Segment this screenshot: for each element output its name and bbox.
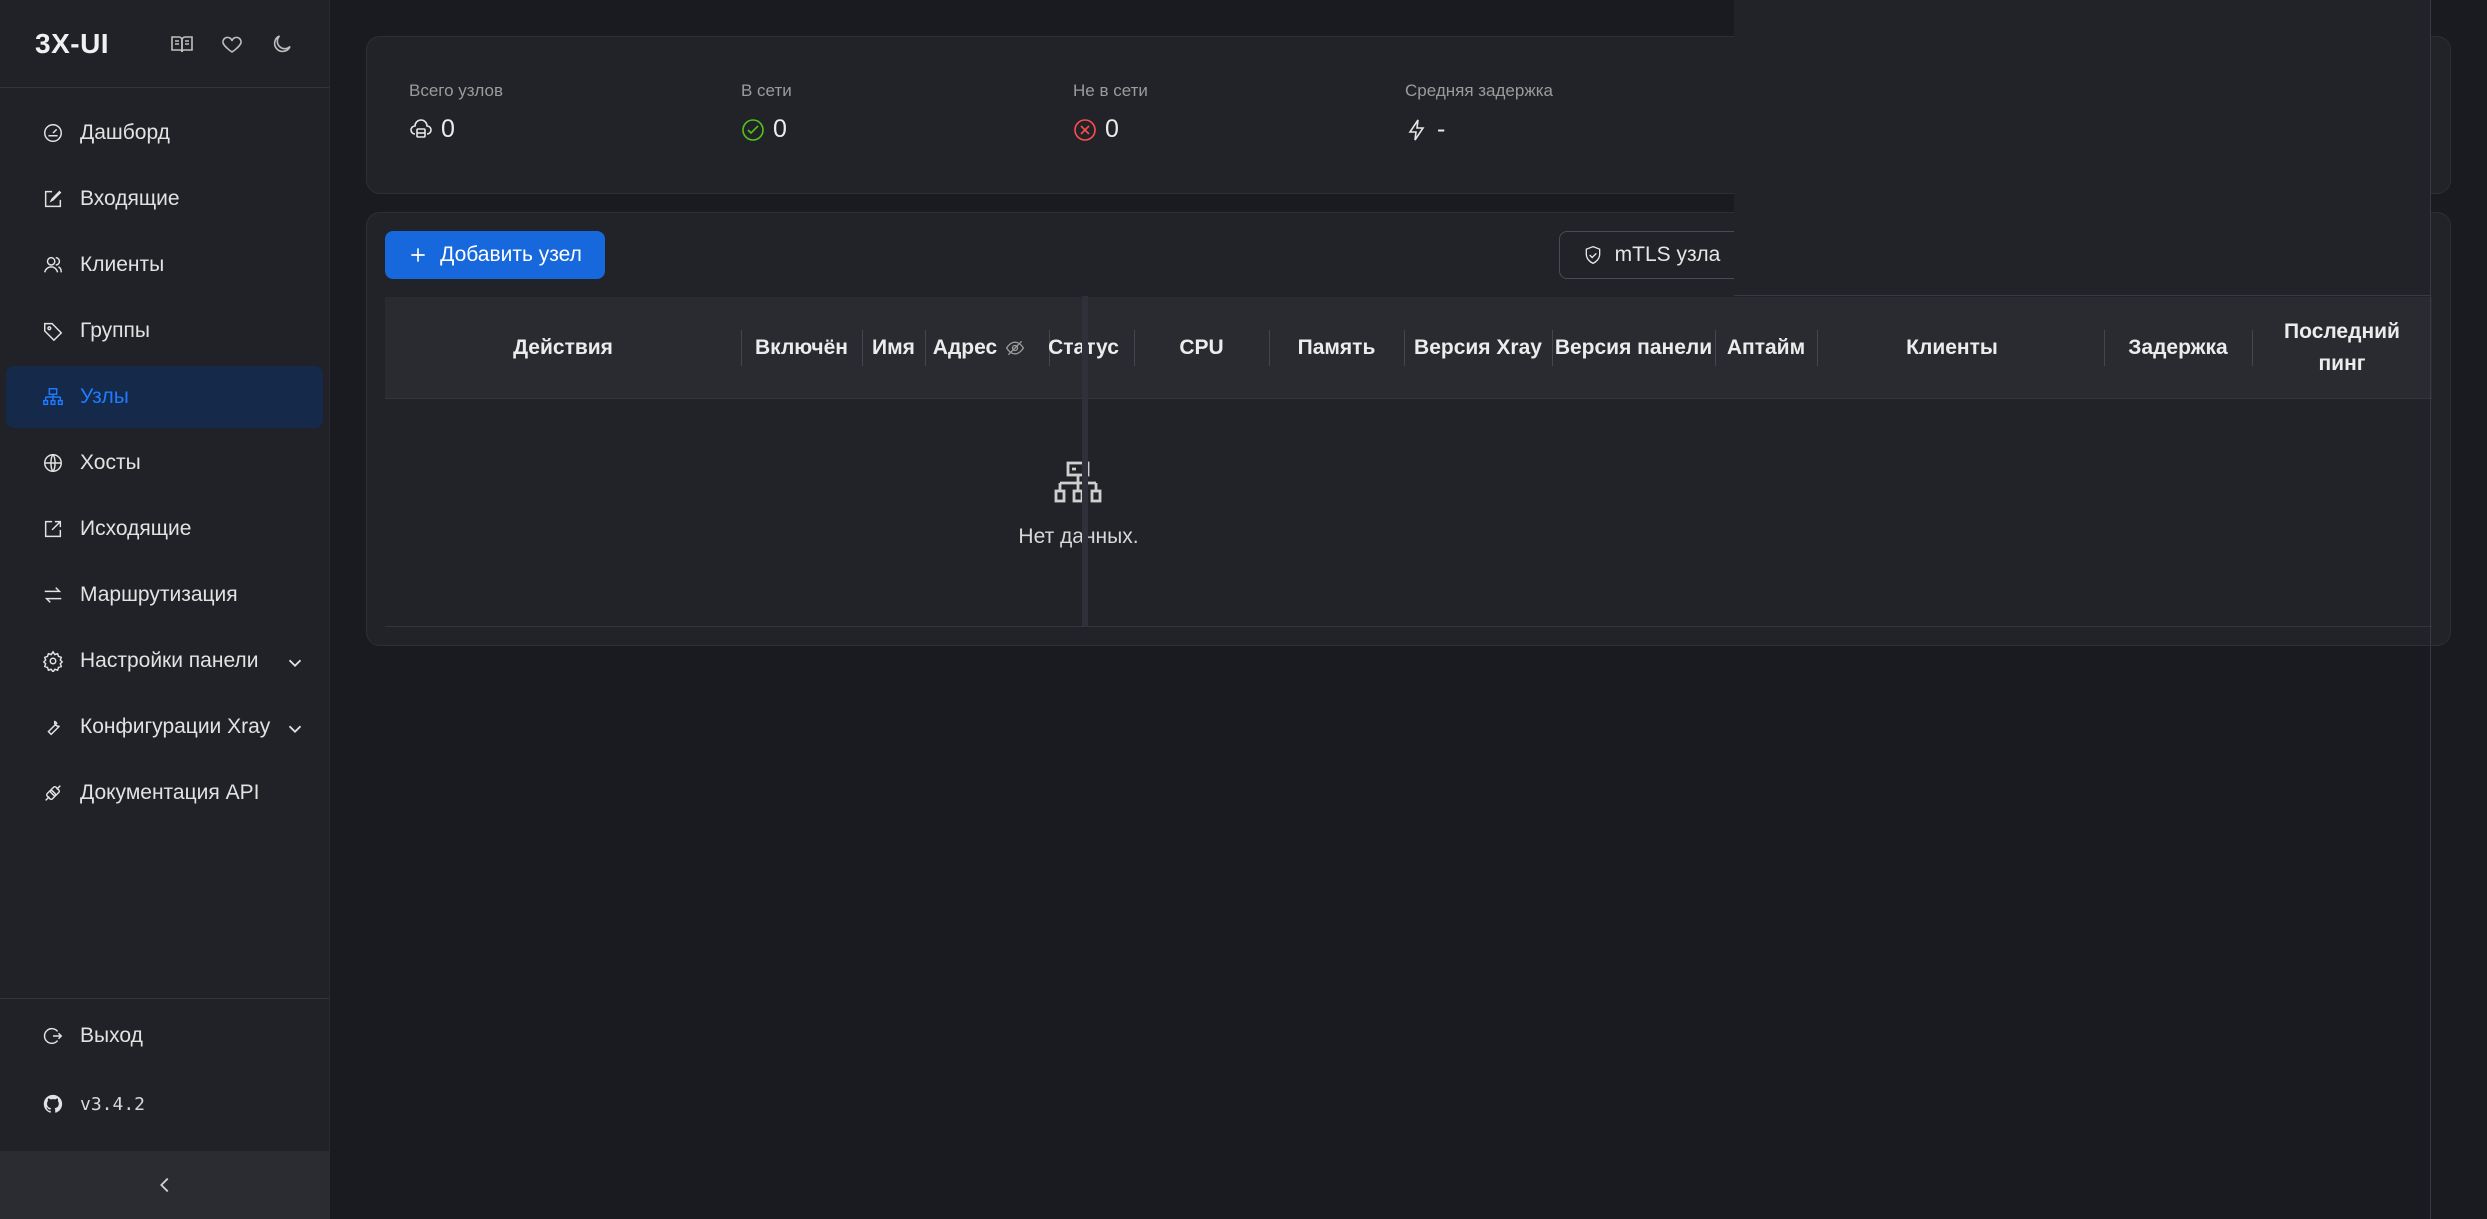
- export-icon: [44, 520, 62, 538]
- col-address[interactable]: Адрес: [925, 297, 1033, 399]
- plus-icon: [411, 248, 425, 262]
- empty-text: Нет данных.: [1018, 525, 1139, 548]
- stat-offline: Не в сети 0: [1073, 81, 1148, 144]
- stat-value: 0: [773, 115, 787, 143]
- col-cpu[interactable]: CPU: [1134, 297, 1269, 399]
- sidebar: 3X-UI Дашборд Входящие Клиенты Группы Уз…: [0, 0, 330, 1219]
- table-header: Действия Включён Имя Адрес Статус CPU Па…: [385, 297, 2432, 399]
- col-memory[interactable]: Память: [1269, 297, 1404, 399]
- mtls-label: mTLS узла: [1614, 243, 1721, 266]
- cluster-icon: [1054, 461, 1102, 503]
- stat-online: В сети 0: [741, 81, 792, 144]
- dashboard-icon: [44, 124, 62, 142]
- sidebar-item-clients[interactable]: Клиенты: [6, 234, 323, 296]
- sidebar-item-outbounds[interactable]: Исходящие: [6, 498, 323, 560]
- thunderbolt-icon: [1408, 119, 1425, 140]
- stat-label: Средняя задержка: [1405, 81, 1553, 100]
- close-circle-icon: [1074, 118, 1096, 141]
- stat-avg-latency: Средняя задержка -: [1405, 81, 1553, 144]
- sidebar-item-label: Дашборд: [80, 121, 170, 144]
- stat-label: Всего узлов: [409, 81, 503, 100]
- sidebar-item-groups[interactable]: Группы: [6, 300, 323, 362]
- overlay-panel: [1734, 0, 2431, 296]
- sidebar-item-dashboard[interactable]: Дашборд: [6, 102, 323, 164]
- sidebar-item-nodes[interactable]: Узлы: [6, 366, 323, 428]
- col-xray-version[interactable]: Версия Xray: [1404, 297, 1552, 399]
- sidebar-header: 3X-UI: [0, 0, 329, 88]
- sidebar-item-label: Маршрутизация: [80, 583, 238, 606]
- cluster-icon: [43, 388, 63, 406]
- book-icon[interactable]: [170, 32, 194, 56]
- logout-icon: [43, 1027, 63, 1045]
- check-circle-icon: [742, 118, 764, 141]
- add-node-button[interactable]: Добавить узел: [385, 231, 605, 279]
- col-actions[interactable]: Действия: [385, 297, 741, 399]
- eye-invisible-icon[interactable]: [1005, 338, 1025, 358]
- col-address-label: Адрес: [932, 336, 998, 359]
- cloud-server-icon: [410, 118, 432, 138]
- sidebar-item-label: Группы: [80, 319, 150, 342]
- sidebar-item-label: Клиенты: [80, 253, 165, 276]
- col-clients[interactable]: Клиенты: [1817, 297, 2087, 399]
- swap-icon: [44, 587, 62, 603]
- tool-icon: [47, 720, 60, 736]
- chevron-down-icon: [288, 725, 302, 734]
- app-logo: 3X-UI: [35, 27, 110, 59]
- gear-icon: [42, 650, 64, 672]
- moon-icon[interactable]: [270, 32, 294, 56]
- fixed-column-shadow: [1082, 296, 1088, 626]
- version-link[interactable]: v3.4.2: [6, 1073, 323, 1135]
- col-uptime[interactable]: Аптайм: [1715, 297, 1817, 399]
- sidebar-item-label: Хосты: [80, 451, 141, 474]
- sidebar-item-label: Исходящие: [80, 517, 192, 540]
- stat-value: 0: [441, 115, 455, 143]
- sidebar-item-label: Входящие: [80, 187, 180, 210]
- stat-label: Не в сети: [1073, 81, 1148, 100]
- sidebar-item-label: Конфигурации Xray: [80, 715, 271, 738]
- sidebar-item-label: Документация API: [80, 781, 260, 804]
- sidebar-item-inbounds[interactable]: Входящие: [6, 168, 323, 230]
- stat-label: В сети: [741, 81, 792, 100]
- add-node-label: Добавить узел: [440, 243, 582, 266]
- stat-total-nodes: Всего узлов 0: [409, 81, 503, 144]
- sidebar-item-hosts[interactable]: Хосты: [6, 432, 323, 494]
- col-latency[interactable]: Задержка: [2104, 297, 2252, 399]
- overlay-divider: [2430, 296, 2431, 1219]
- shield-icon: [1585, 245, 1600, 265]
- table-empty-state: Нет данных.: [385, 399, 2432, 627]
- col-last-ping[interactable]: Последний пинг: [2252, 297, 2432, 399]
- mtls-button[interactable]: mTLS узла: [1559, 231, 1744, 279]
- col-name[interactable]: Имя: [862, 297, 925, 399]
- col-enabled[interactable]: Включён: [741, 297, 862, 399]
- col-panel-version[interactable]: Версия панели: [1552, 297, 1715, 399]
- api-icon: [45, 785, 61, 801]
- chevron-down-icon: [288, 659, 302, 668]
- sidebar-item-routing[interactable]: Маршрутизация: [6, 564, 323, 626]
- stat-value: 0: [1105, 115, 1119, 143]
- github-icon: [43, 1094, 63, 1113]
- tag-icon: [44, 322, 63, 342]
- version-label: v3.4.2: [80, 1093, 146, 1115]
- logout-label: Выход: [80, 1024, 143, 1047]
- sidebar-item-label: Узлы: [80, 385, 129, 408]
- sidebar-item-panel-settings[interactable]: Настройки панели: [6, 630, 323, 692]
- sidebar-item-xray-configs[interactable]: Конфигурации Xray: [6, 696, 323, 758]
- edit-icon: [44, 190, 62, 208]
- heart-icon[interactable]: [220, 32, 244, 56]
- sidebar-collapse-button[interactable]: [0, 1151, 330, 1219]
- chevron-left-icon: [160, 1177, 169, 1193]
- logout-button[interactable]: Выход: [6, 1005, 323, 1067]
- stat-value: -: [1437, 115, 1446, 143]
- sidebar-footer: Выход v3.4.2: [0, 998, 329, 1141]
- sidebar-item-api-docs[interactable]: Документация API: [6, 762, 323, 824]
- sidebar-menu: Дашборд Входящие Клиенты Группы Узлы Хос…: [0, 88, 329, 824]
- globe-icon: [44, 454, 62, 472]
- sidebar-item-label: Настройки панели: [80, 649, 259, 672]
- users-icon: [44, 256, 62, 273]
